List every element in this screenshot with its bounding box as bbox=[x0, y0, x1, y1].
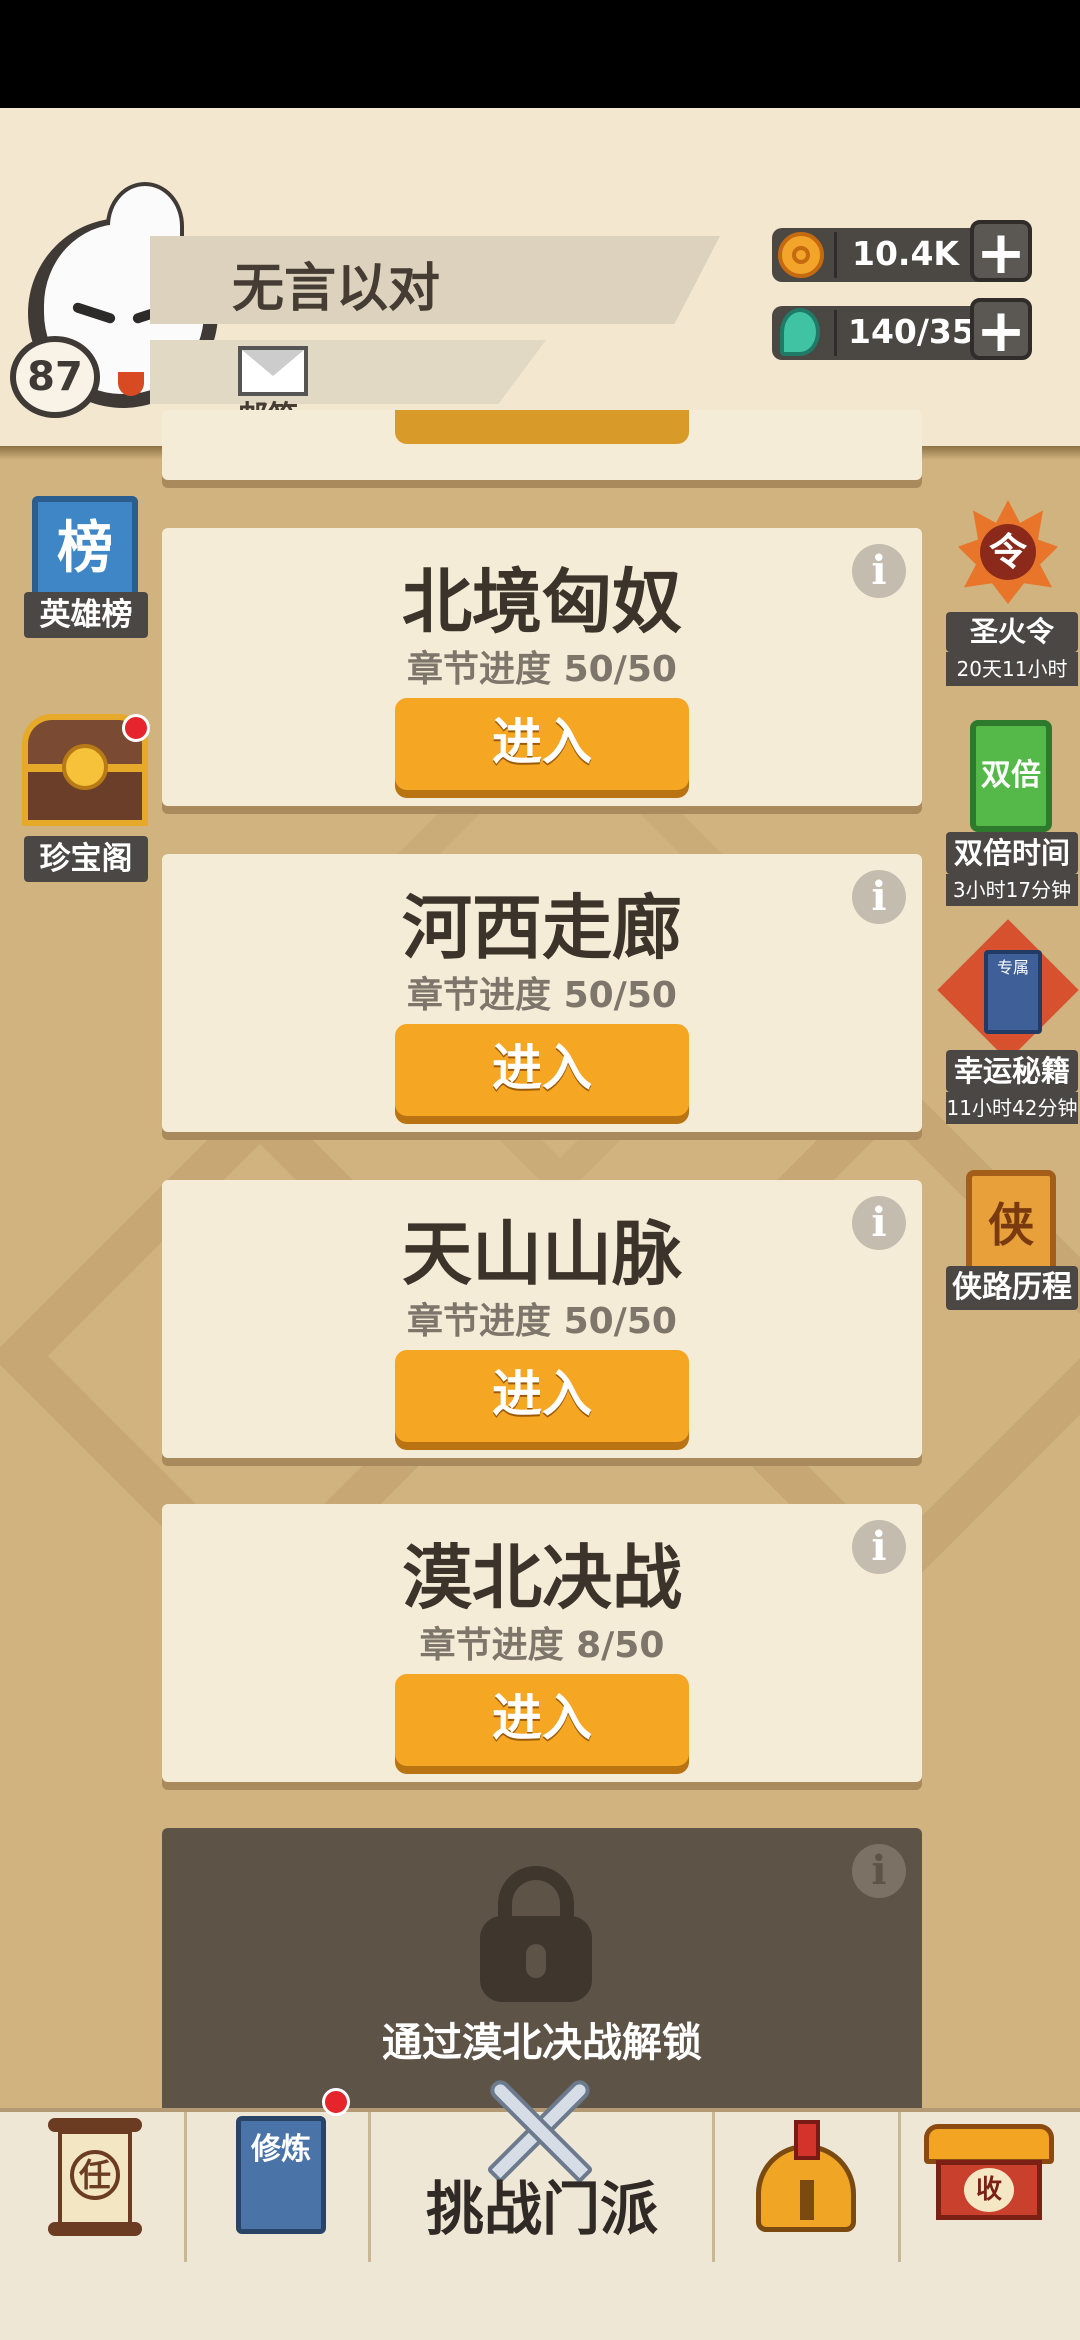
unlock-requirement-text: 通过漠北决战解锁 bbox=[382, 2020, 702, 2066]
double-time-icon[interactable]: 双倍 bbox=[970, 720, 1052, 832]
lucky-manual-timer: 11小时42分钟 bbox=[946, 1092, 1078, 1124]
treasure-pavilion-label[interactable]: 珍宝阁 bbox=[24, 836, 148, 882]
coin-divider bbox=[834, 232, 837, 278]
hero-ranking-label[interactable]: 英雄榜 bbox=[24, 592, 148, 638]
chapter-card: i 北境匈奴 章节进度 50/50 进入 bbox=[162, 528, 922, 806]
lucky-manual-label[interactable]: 幸运秘籍 bbox=[946, 1050, 1078, 1092]
enter-button-partial[interactable] bbox=[395, 410, 689, 444]
mail-icon[interactable] bbox=[238, 346, 308, 396]
nav-bottom-padding bbox=[0, 2266, 1080, 2340]
lucky-manual-book: 专属 bbox=[984, 950, 1042, 1034]
player-name: 无言以对 bbox=[232, 259, 441, 319]
shop-roof bbox=[924, 2124, 1054, 2164]
add-energy-button[interactable]: + bbox=[970, 298, 1032, 361]
enter-chapter-button[interactable]: 进入 bbox=[395, 1350, 689, 1442]
notification-dot bbox=[322, 2088, 350, 2116]
helmet-visor bbox=[800, 2180, 814, 2220]
chest-star-lock bbox=[62, 744, 108, 790]
chapter-progress: 章节进度 50/50 bbox=[407, 975, 677, 1016]
mail-banner bbox=[150, 340, 546, 404]
status-bar bbox=[0, 0, 1080, 108]
flame-token-label[interactable]: 圣火令 bbox=[946, 612, 1078, 652]
energy-gem-icon bbox=[780, 308, 820, 356]
nav-divider bbox=[368, 2112, 371, 2262]
tasks-glyph: 任 bbox=[70, 2150, 120, 2200]
lucky-manual-icon[interactable]: 专属 bbox=[937, 919, 1079, 1061]
training-book-icon[interactable]: 修炼 bbox=[236, 2116, 326, 2234]
info-icon[interactable]: i bbox=[852, 1844, 906, 1898]
chapter-title: 北境匈奴 bbox=[402, 561, 682, 643]
chapter-progress: 章节进度 8/50 bbox=[419, 1625, 665, 1666]
flame-token-glyph: 令 bbox=[980, 524, 1036, 580]
hero-journey-label[interactable]: 侠路历程 bbox=[946, 1266, 1078, 1310]
avatar-beak bbox=[118, 372, 144, 396]
chapter-card-previous bbox=[162, 410, 922, 480]
tasks-scroll-icon[interactable]: 任 bbox=[48, 2118, 142, 2238]
hero-journey-icon[interactable]: 侠 bbox=[966, 1170, 1056, 1280]
coin-icon bbox=[778, 232, 824, 278]
avatar-left-eye bbox=[71, 301, 117, 325]
player-level-badge: 87 bbox=[10, 336, 100, 418]
double-time-timer: 3小时17分钟 bbox=[946, 874, 1078, 906]
chapter-title: 漠北决战 bbox=[402, 1537, 682, 1619]
enter-chapter-button[interactable]: 进入 bbox=[395, 1674, 689, 1766]
nav-divider bbox=[184, 2112, 187, 2262]
lock-keyhole bbox=[526, 1944, 546, 1978]
lock-icon bbox=[480, 1866, 592, 2002]
double-time-label[interactable]: 双倍时间 bbox=[946, 832, 1078, 874]
energy-amount: 140/35 bbox=[848, 312, 975, 351]
shop-sign: 收 bbox=[964, 2168, 1014, 2212]
flame-token-timer: 20天11小时 bbox=[946, 652, 1078, 686]
challenge-sect-tab[interactable]: 挑战门派 bbox=[372, 2162, 712, 2246]
chapter-card: i 漠北决战 章节进度 8/50 进入 bbox=[162, 1504, 922, 1782]
add-coins-button[interactable]: + bbox=[970, 220, 1032, 283]
enter-chapter-button[interactable]: 进入 bbox=[395, 1024, 689, 1116]
chapter-title: 河西走廊 bbox=[402, 887, 682, 969]
enter-chapter-button[interactable]: 进入 bbox=[395, 698, 689, 790]
chapter-progress: 章节进度 50/50 bbox=[407, 649, 677, 690]
hero-ranking-icon[interactable]: 榜 bbox=[32, 496, 138, 602]
chapter-card: i 天山山脉 章节进度 50/50 进入 bbox=[162, 1180, 922, 1458]
helmet-crest bbox=[794, 2120, 820, 2160]
scroll-rod-bottom bbox=[48, 2222, 142, 2236]
notification-dot bbox=[122, 714, 150, 742]
nav-divider bbox=[898, 2112, 901, 2262]
helmet-icon[interactable] bbox=[756, 2120, 856, 2232]
chapter-card: i 河西走廊 章节进度 50/50 进入 bbox=[162, 854, 922, 1132]
energy-divider bbox=[834, 310, 837, 356]
shop-building-icon[interactable]: 收 bbox=[924, 2124, 1054, 2224]
coin-amount: 10.4K bbox=[852, 234, 959, 273]
chapter-title: 天山山脉 bbox=[402, 1213, 682, 1295]
nav-divider bbox=[712, 2112, 715, 2262]
chapter-progress: 章节进度 50/50 bbox=[407, 1301, 677, 1342]
